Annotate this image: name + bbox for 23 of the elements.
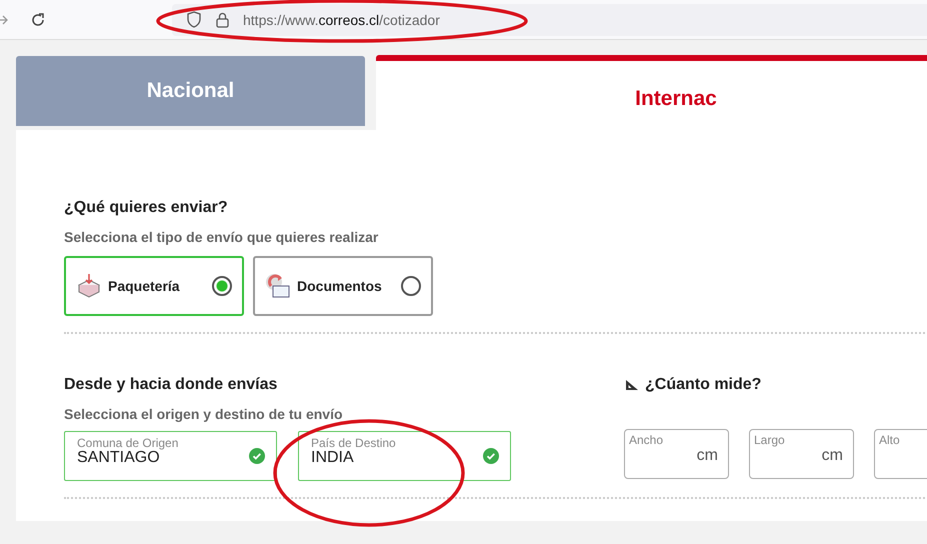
section-title: ¿Qué quieres enviar? — [64, 199, 229, 217]
section-subtitle: Selecciona el origen y destino de tu envío — [64, 406, 344, 422]
dimension-field[interactable]: Alto — [874, 429, 927, 479]
section-title: Desde y hacia donde envías — [64, 376, 278, 394]
shield-icon[interactable] — [186, 11, 202, 28]
box-icon — [76, 274, 102, 298]
dimension-field[interactable]: Largo cm — [749, 429, 854, 479]
url-text: https://www.correos.cl/cotizador — [243, 12, 440, 28]
check-icon — [249, 448, 265, 464]
location-field[interactable]: Comuna de Origen SANTIAGO — [64, 431, 277, 481]
lock-icon[interactable] — [216, 12, 229, 28]
tab[interactable]: Internac — [376, 55, 927, 130]
section-subtitle: Selecciona el tipo de envío que quieres realizar — [64, 229, 380, 245]
reload-icon[interactable] — [30, 12, 46, 28]
section-title: ¿Cúanto mide? — [645, 376, 762, 394]
forward-arrow-icon[interactable] — [0, 14, 8, 26]
location-field[interactable]: País de Destino INDIA — [298, 431, 511, 481]
dimension-field[interactable]: Ancho cm — [624, 429, 729, 479]
shipment-option[interactable]: Paquetería — [64, 256, 244, 316]
shipment-option[interactable]: Documentos — [253, 256, 433, 316]
check-icon — [483, 448, 499, 464]
envelope-arrow-icon — [265, 273, 291, 299]
address-bar[interactable]: https://www.correos.cl/cotizador — [172, 4, 927, 36]
